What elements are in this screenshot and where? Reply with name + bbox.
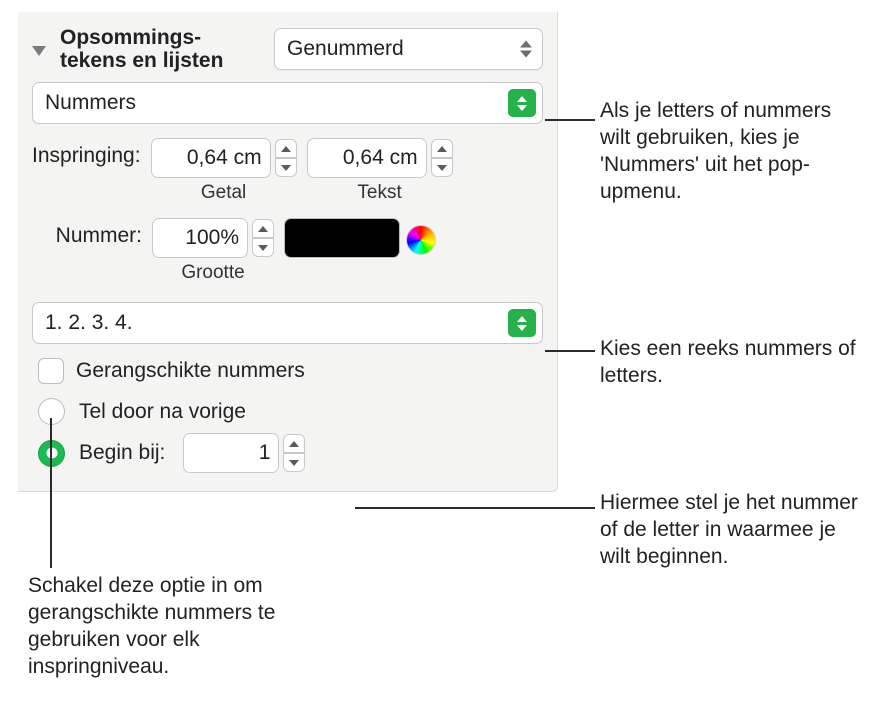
indent-text-sublabel: Tekst <box>357 182 401 204</box>
continue-label: Tel door na vorige <box>79 400 246 424</box>
callout-format: Kies een reeks nummers of letters. <box>600 336 860 390</box>
stepper-down-button[interactable] <box>431 158 453 177</box>
tiered-checkbox-row: Gerangschikte nummers <box>32 358 543 384</box>
tiered-label: Gerangschikte nummers <box>76 359 305 383</box>
list-style-value: Genummerd <box>287 37 404 61</box>
start-at-label: Begin bij: <box>79 441 165 465</box>
number-size-group: 100% Grootte <box>152 218 274 284</box>
indent-row: Inspringing: 0,64 cm Getal 0,64 cm Tekst <box>32 138 543 204</box>
popup-indicator-icon <box>508 309 536 337</box>
tiered-checkbox[interactable] <box>38 358 64 384</box>
list-style-popup[interactable]: Genummerd <box>274 28 543 70</box>
indent-text-field[interactable]: 0,64 cm <box>307 138 427 178</box>
chevron-updown-icon <box>520 41 532 58</box>
callout-type: Als je letters of nummers wilt gebruiken… <box>600 98 860 206</box>
number-row: Nummer: 100% Grootte <box>32 218 543 284</box>
number-size-field[interactable]: 100% <box>152 218 248 258</box>
start-at-stepper[interactable] <box>283 434 305 472</box>
stepper-down-button[interactable] <box>252 238 274 257</box>
bullets-lists-panel: Opsommings- tekens en lijsten Genummerd … <box>18 12 558 492</box>
callout-leader <box>545 350 595 352</box>
callout-leader <box>355 507 595 509</box>
section-title: Opsommings- tekens en lijsten <box>60 26 260 72</box>
indent-label: Inspringing: <box>32 144 141 168</box>
number-format-value: 1. 2. 3. 4. <box>45 311 133 335</box>
popup-indicator-icon <box>508 89 536 117</box>
callout-tiered: Schakel deze optie in om gerangschikte n… <box>28 573 308 681</box>
indent-number-sublabel: Getal <box>201 182 246 204</box>
numbering-radio-group: Tel door na vorige Begin bij: 1 <box>32 398 543 473</box>
number-label: Nummer: <box>32 224 142 248</box>
section-header: Opsommings- tekens en lijsten Genummerd <box>32 26 543 72</box>
stepper-up-button[interactable] <box>283 434 305 453</box>
number-color-swatch[interactable] <box>284 218 400 258</box>
stepper-up-button[interactable] <box>252 219 274 238</box>
color-wheel-icon[interactable] <box>406 225 436 255</box>
stepper-down-button[interactable] <box>283 453 305 472</box>
indent-number-stepper[interactable] <box>275 139 297 177</box>
number-size-stepper[interactable] <box>252 219 274 257</box>
callout-leader <box>545 119 595 121</box>
callout-start: Hiermee stel je het nummer of de letter … <box>600 490 860 571</box>
stepper-down-button[interactable] <box>275 158 297 177</box>
number-size-sublabel: Grootte <box>181 262 244 284</box>
stepper-up-button[interactable] <box>275 139 297 158</box>
number-format-popup[interactable]: 1. 2. 3. 4. <box>32 302 543 344</box>
start-at-field[interactable]: 1 <box>183 433 279 473</box>
list-type-value: Nummers <box>45 91 136 115</box>
list-type-popup[interactable]: Nummers <box>32 82 543 124</box>
callout-leader <box>50 418 52 568</box>
indent-text-stepper[interactable] <box>431 139 453 177</box>
stepper-up-button[interactable] <box>431 139 453 158</box>
indent-text-group: 0,64 cm Tekst <box>307 138 453 204</box>
indent-number-group: 0,64 cm Getal <box>151 138 297 204</box>
disclosure-triangle-icon[interactable] <box>32 46 46 56</box>
indent-number-field[interactable]: 0,64 cm <box>151 138 271 178</box>
